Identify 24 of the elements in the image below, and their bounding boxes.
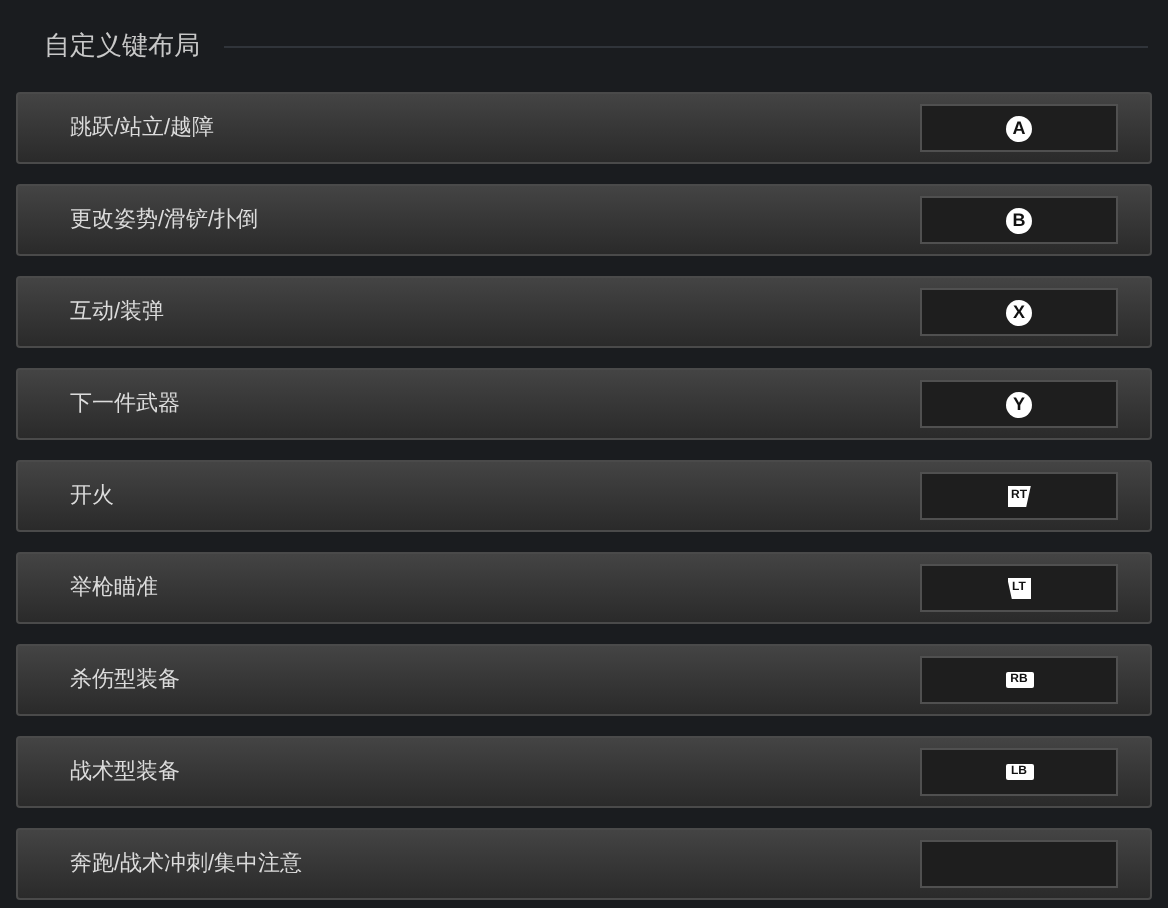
- action-label: 奔跑/战术冲刺/集中注意: [70, 849, 303, 880]
- action-label: 跳跃/站立/越障: [70, 113, 215, 144]
- face-button-glyph: Y: [1006, 391, 1032, 417]
- action-label: 战术型装备: [70, 757, 180, 788]
- section-title: 自定义键布局: [44, 28, 200, 65]
- binding-row[interactable]: 跳跃/站立/越障 A: [16, 92, 1152, 164]
- action-label: 互动/装弹: [70, 297, 165, 328]
- action-label: 杀伤型装备: [70, 665, 180, 696]
- action-label: 举枪瞄准: [70, 573, 158, 604]
- face-button-glyph: X: [1006, 299, 1032, 325]
- action-label: 下一件武器: [70, 389, 180, 420]
- key-binding-field[interactable]: B: [920, 196, 1118, 244]
- key-binding-field[interactable]: A: [920, 104, 1118, 152]
- face-button-glyph: A: [1006, 115, 1032, 141]
- key-binding-field[interactable]: [920, 840, 1118, 888]
- action-label: 开火: [70, 481, 114, 512]
- key-binding-field[interactable]: X: [920, 288, 1118, 336]
- key-binding-field[interactable]: Y: [920, 380, 1118, 428]
- face-button-glyph: B: [1006, 207, 1032, 233]
- action-label: 更改姿势/滑铲/扑倒: [70, 205, 259, 236]
- binding-row[interactable]: 互动/装弹 X: [16, 276, 1152, 348]
- binding-row[interactable]: 下一件武器 Y: [16, 368, 1152, 440]
- binding-row[interactable]: 更改姿势/滑铲/扑倒 B: [16, 184, 1152, 256]
- binding-row[interactable]: 奔跑/战术冲刺/集中注意: [16, 828, 1152, 900]
